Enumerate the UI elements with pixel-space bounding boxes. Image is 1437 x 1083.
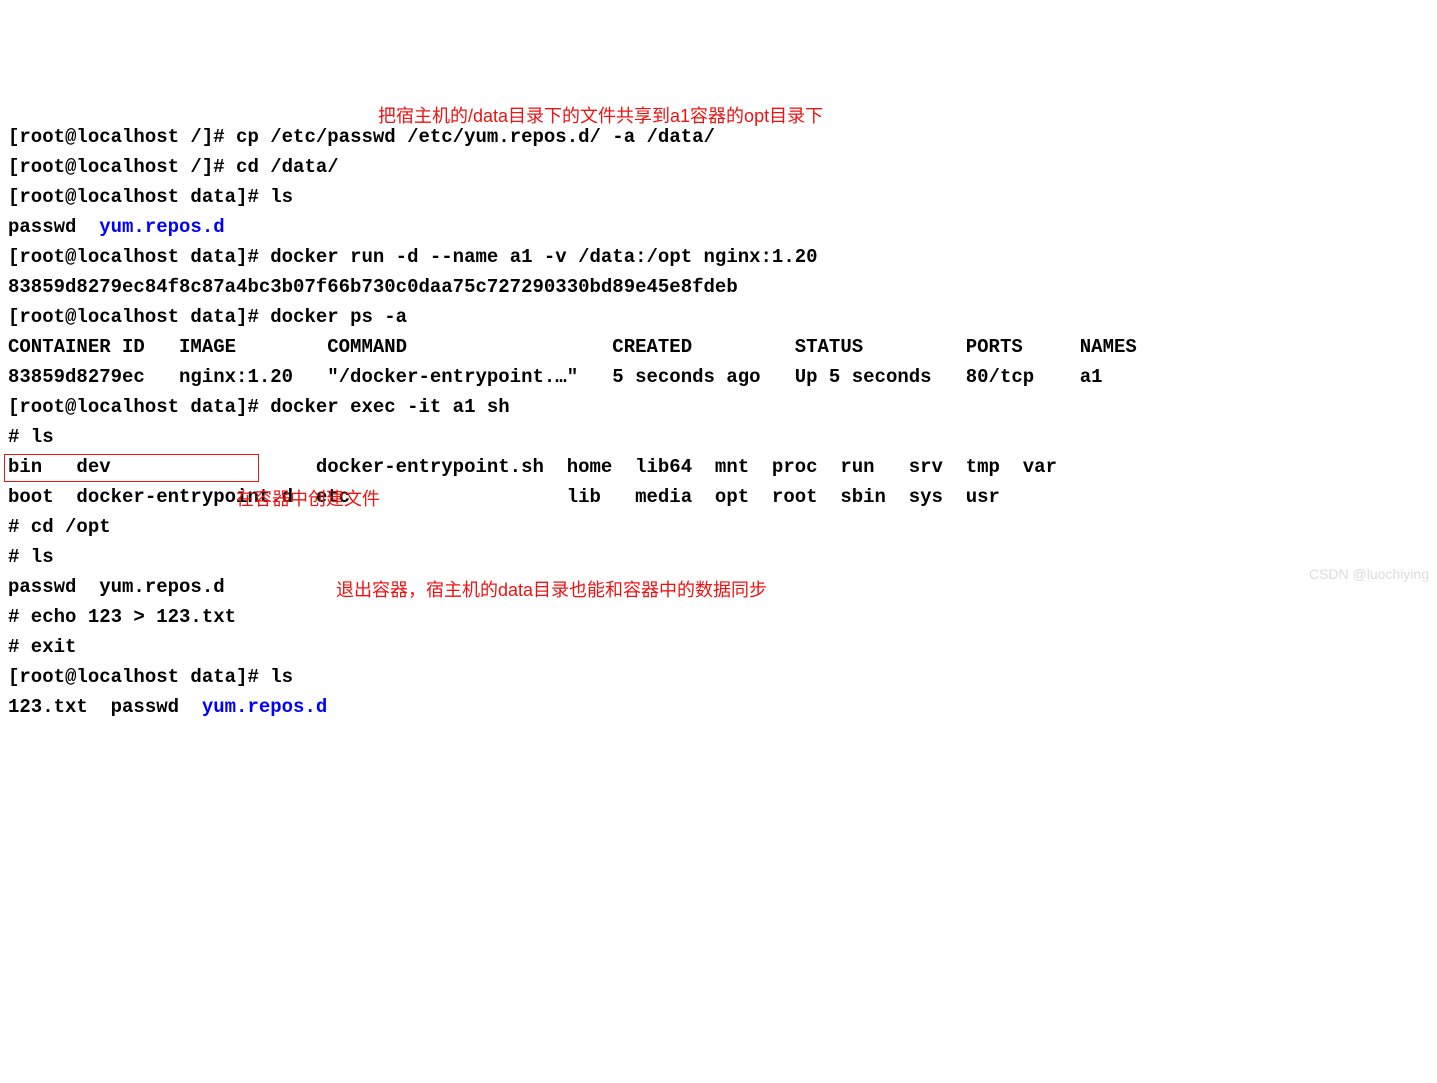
annotation-create-file: 在容器中创建文件 xyxy=(236,485,380,513)
annotation-share-dir: 把宿主机的/data目录下的文件共享到a1容器的opt目录下 xyxy=(378,102,823,130)
terminal-line-5: [root@localhost data]# docker run -d --n… xyxy=(8,242,1429,272)
prompt: [root@localhost /]# xyxy=(8,126,236,148)
terminal-line-4: passwd yum.repos.d xyxy=(8,212,1429,242)
command: ls xyxy=(270,666,293,688)
command: docker exec -it a1 sh xyxy=(270,396,509,418)
prompt: [root@localhost data]# xyxy=(8,186,270,208)
container-cmd: # cd /opt xyxy=(8,516,111,538)
ps-header: CONTAINER ID IMAGE COMMAND CREATED STATU… xyxy=(8,336,1137,358)
command: ls xyxy=(270,186,293,208)
prompt: [root@localhost data]# xyxy=(8,396,270,418)
terminal-line-11: # ls xyxy=(8,422,1429,452)
command: docker ps -a xyxy=(270,306,407,328)
terminal-line-3: [root@localhost data]# ls xyxy=(8,182,1429,212)
container-cmd: # ls xyxy=(8,546,54,568)
dir-yum-repos: yum.repos.d xyxy=(202,696,327,718)
terminal-line-9: 83859d8279ec nginx:1.20 "/docker-entrypo… xyxy=(8,362,1429,392)
terminal-line-6: 83859d8279ec84f8c87a4bc3b07f66b730c0daa7… xyxy=(8,272,1429,302)
file-passwd: passwd xyxy=(8,216,99,238)
prompt: [root@localhost data]# xyxy=(8,246,270,268)
terminal-line-19: [root@localhost data]# ls xyxy=(8,662,1429,692)
terminal-line-18: # exit xyxy=(8,632,1429,662)
ls-output: passwd yum.repos.d xyxy=(8,576,225,598)
ls-output: boot docker-entrypoint.d etc lib media o… xyxy=(8,486,1000,508)
terminal-line-8: CONTAINER ID IMAGE COMMAND CREATED STATU… xyxy=(8,332,1429,362)
terminal-line-20: 123.txt passwd yum.repos.d xyxy=(8,692,1429,722)
container-cmd: # echo 123 > 123.txt xyxy=(8,606,236,628)
container-cmd: # ls xyxy=(8,426,54,448)
highlight-box-opt-ls xyxy=(4,454,259,482)
container-hash: 83859d8279ec84f8c87a4bc3b07f66b730c0daa7… xyxy=(8,276,738,298)
terminal-line-7: [root@localhost data]# docker ps -a xyxy=(8,302,1429,332)
terminal-line-2: [root@localhost /]# cd /data/ xyxy=(8,152,1429,182)
prompt: [root@localhost data]# xyxy=(8,306,270,328)
container-cmd: # exit xyxy=(8,636,76,658)
command: cd /data/ xyxy=(236,156,339,178)
terminal-line-17: # echo 123 > 123.txt xyxy=(8,602,1429,632)
ps-row: 83859d8279ec nginx:1.20 "/docker-entrypo… xyxy=(8,366,1103,388)
terminal-line-10: [root@localhost data]# docker exec -it a… xyxy=(8,392,1429,422)
terminal-line-14: # cd /opt xyxy=(8,512,1429,542)
watermark: CSDN @luochiying xyxy=(1309,563,1429,585)
prompt: [root@localhost /]# xyxy=(8,156,236,178)
terminal-line-13: boot docker-entrypoint.d etc lib media o… xyxy=(8,482,1429,512)
annotation-sync: 退出容器，宿主机的data目录也能和容器中的数据同步 xyxy=(336,576,767,604)
command: docker run -d --name a1 -v /data:/opt ng… xyxy=(270,246,817,268)
ls-output: 123.txt passwd xyxy=(8,696,202,718)
dir-yum-repos: yum.repos.d xyxy=(99,216,224,238)
terminal-line-15: # ls xyxy=(8,542,1429,572)
prompt: [root@localhost data]# xyxy=(8,666,270,688)
